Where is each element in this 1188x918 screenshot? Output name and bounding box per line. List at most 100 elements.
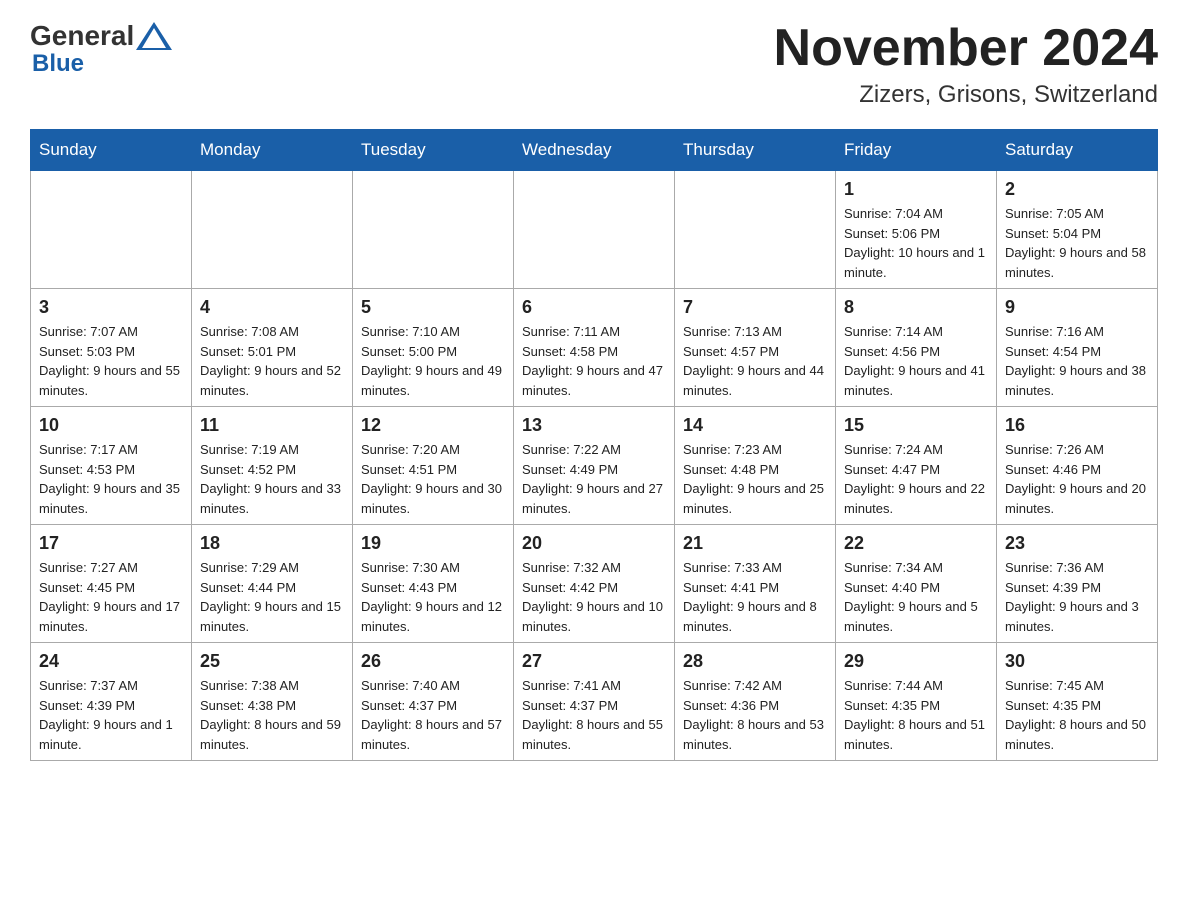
day-info: Sunrise: 7:11 AMSunset: 4:58 PMDaylight:… bbox=[522, 322, 666, 400]
day-info: Sunrise: 7:14 AMSunset: 4:56 PMDaylight:… bbox=[844, 322, 988, 400]
calendar-cell bbox=[514, 171, 675, 289]
day-number: 12 bbox=[361, 415, 505, 436]
day-number: 1 bbox=[844, 179, 988, 200]
day-info: Sunrise: 7:20 AMSunset: 4:51 PMDaylight:… bbox=[361, 440, 505, 518]
day-info: Sunrise: 7:08 AMSunset: 5:01 PMDaylight:… bbox=[200, 322, 344, 400]
day-number: 18 bbox=[200, 533, 344, 554]
logo-blue-text: Blue bbox=[32, 50, 84, 78]
day-info: Sunrise: 7:16 AMSunset: 4:54 PMDaylight:… bbox=[1005, 322, 1149, 400]
day-info: Sunrise: 7:05 AMSunset: 5:04 PMDaylight:… bbox=[1005, 204, 1149, 282]
day-info: Sunrise: 7:13 AMSunset: 4:57 PMDaylight:… bbox=[683, 322, 827, 400]
calendar-cell: 1 Sunrise: 7:04 AMSunset: 5:06 PMDaylight… bbox=[836, 171, 997, 289]
day-info: Sunrise: 7:19 AMSunset: 4:52 PMDaylight:… bbox=[200, 440, 344, 518]
col-header-monday: Monday bbox=[192, 130, 353, 171]
calendar-cell: 16Sunrise: 7:26 AMSunset: 4:46 PMDayligh… bbox=[997, 407, 1158, 525]
calendar-cell: 19 Sunrise: 7:30 AMSunset: 4:43 PMDayligh… bbox=[353, 525, 514, 643]
week-row-3: 10 Sunrise: 7:17 AMSunset: 4:53 PMDayligh… bbox=[31, 407, 1158, 525]
calendar-cell: 24 Sunrise: 7:37 AMSunset: 4:39 PMDayligh… bbox=[31, 643, 192, 761]
day-number: 15 bbox=[844, 415, 988, 436]
day-number: 7 bbox=[683, 297, 827, 318]
day-number: 3 bbox=[39, 297, 183, 318]
day-number: 19 bbox=[361, 533, 505, 554]
calendar-cell: 18 Sunrise: 7:29 AMSunset: 4:44 PMDayligh… bbox=[192, 525, 353, 643]
day-number: 9 bbox=[1005, 297, 1149, 318]
day-info: Sunrise: 7:44 AMSunset: 4:35 PMDaylight:… bbox=[844, 676, 988, 754]
calendar-cell: 9 Sunrise: 7:16 AMSunset: 4:54 PMDaylight… bbox=[997, 289, 1158, 407]
day-number: 11 bbox=[200, 415, 344, 436]
day-number: 24 bbox=[39, 651, 183, 672]
day-info: Sunrise: 7:45 AMSunset: 4:35 PMDaylight:… bbox=[1005, 676, 1149, 754]
week-row-2: 3 Sunrise: 7:07 AMSunset: 5:03 PMDaylight… bbox=[31, 289, 1158, 407]
day-number: 25 bbox=[200, 651, 344, 672]
day-info: Sunrise: 7:40 AMSunset: 4:37 PMDaylight:… bbox=[361, 676, 505, 754]
calendar-cell: 8 Sunrise: 7:14 AMSunset: 4:56 PMDaylight… bbox=[836, 289, 997, 407]
day-number: 20 bbox=[522, 533, 666, 554]
day-number: 26 bbox=[361, 651, 505, 672]
day-info: Sunrise: 7:24 AMSunset: 4:47 PMDaylight:… bbox=[844, 440, 988, 518]
day-number: 23 bbox=[1005, 533, 1149, 554]
calendar-cell: 12 Sunrise: 7:20 AMSunset: 4:51 PMDayligh… bbox=[353, 407, 514, 525]
col-header-friday: Friday bbox=[836, 130, 997, 171]
day-number: 27 bbox=[522, 651, 666, 672]
day-info: Sunrise: 7:42 AMSunset: 4:36 PMDaylight:… bbox=[683, 676, 827, 754]
calendar-cell: 25 Sunrise: 7:38 AMSunset: 4:38 PMDayligh… bbox=[192, 643, 353, 761]
calendar-cell bbox=[192, 171, 353, 289]
day-number: 13 bbox=[522, 415, 666, 436]
day-number: 28 bbox=[683, 651, 827, 672]
calendar-cell bbox=[675, 171, 836, 289]
day-number: 8 bbox=[844, 297, 988, 318]
calendar-header-row: SundayMondayTuesdayWednesdayThursdayFrid… bbox=[31, 130, 1158, 171]
col-header-tuesday: Tuesday bbox=[353, 130, 514, 171]
day-number: 22 bbox=[844, 533, 988, 554]
day-info: Sunrise: 7:30 AMSunset: 4:43 PMDaylight:… bbox=[361, 558, 505, 636]
day-number: 2 bbox=[1005, 179, 1149, 200]
month-title: November 2024 bbox=[774, 20, 1158, 77]
day-info: Sunrise: 7:07 AMSunset: 5:03 PMDaylight:… bbox=[39, 322, 183, 400]
calendar-cell: 30 Sunrise: 7:45 AMSunset: 4:35 PMDayligh… bbox=[997, 643, 1158, 761]
day-info: Sunrise: 7:33 AMSunset: 4:41 PMDaylight:… bbox=[683, 558, 827, 636]
day-info: Sunrise: 7:22 AMSunset: 4:49 PMDaylight:… bbox=[522, 440, 666, 518]
calendar-cell: 17 Sunrise: 7:27 AMSunset: 4:45 PMDayligh… bbox=[31, 525, 192, 643]
day-info: Sunrise: 7:29 AMSunset: 4:44 PMDaylight:… bbox=[200, 558, 344, 636]
calendar-cell: 15 Sunrise: 7:24 AMSunset: 4:47 PMDayligh… bbox=[836, 407, 997, 525]
day-info: Sunrise: 7:34 AMSunset: 4:40 PMDaylight:… bbox=[844, 558, 988, 636]
week-row-5: 24 Sunrise: 7:37 AMSunset: 4:39 PMDayligh… bbox=[31, 643, 1158, 761]
col-header-wednesday: Wednesday bbox=[514, 130, 675, 171]
day-info: Sunrise: 7:37 AMSunset: 4:39 PMDaylight:… bbox=[39, 676, 183, 754]
day-info: Sunrise: 7:26 AMSunset: 4:46 PMDaylight:… bbox=[1005, 440, 1149, 518]
calendar-cell: 26 Sunrise: 7:40 AMSunset: 4:37 PMDayligh… bbox=[353, 643, 514, 761]
calendar-cell: 29Sunrise: 7:44 AMSunset: 4:35 PMDayligh… bbox=[836, 643, 997, 761]
calendar-cell: 23 Sunrise: 7:36 AMSunset: 4:39 PMDayligh… bbox=[997, 525, 1158, 643]
col-header-thursday: Thursday bbox=[675, 130, 836, 171]
calendar-cell: 7 Sunrise: 7:13 AMSunset: 4:57 PMDaylight… bbox=[675, 289, 836, 407]
day-number: 21 bbox=[683, 533, 827, 554]
logo: General Blue bbox=[30, 20, 174, 78]
day-number: 6 bbox=[522, 297, 666, 318]
calendar-cell bbox=[31, 171, 192, 289]
calendar-cell: 22 Sunrise: 7:34 AMSunset: 4:40 PMDayligh… bbox=[836, 525, 997, 643]
day-info: Sunrise: 7:32 AMSunset: 4:42 PMDaylight:… bbox=[522, 558, 666, 636]
calendar-cell bbox=[353, 171, 514, 289]
calendar-cell: 11 Sunrise: 7:19 AMSunset: 4:52 PMDayligh… bbox=[192, 407, 353, 525]
calendar-cell: 14 Sunrise: 7:23 AMSunset: 4:48 PMDayligh… bbox=[675, 407, 836, 525]
title-area: November 2024 Zizers, Grisons, Switzerla… bbox=[774, 20, 1158, 109]
calendar-cell: 27Sunrise: 7:41 AMSunset: 4:37 PMDayligh… bbox=[514, 643, 675, 761]
day-info: Sunrise: 7:04 AMSunset: 5:06 PMDaylight:… bbox=[844, 204, 988, 282]
week-row-1: 1 Sunrise: 7:04 AMSunset: 5:06 PMDaylight… bbox=[31, 171, 1158, 289]
page-header: General Blue November 2024 Zizers, Griso… bbox=[30, 20, 1158, 109]
logo-flag-icon bbox=[136, 22, 172, 50]
day-info: Sunrise: 7:23 AMSunset: 4:48 PMDaylight:… bbox=[683, 440, 827, 518]
col-header-sunday: Sunday bbox=[31, 130, 192, 171]
calendar-cell: 20 Sunrise: 7:32 AMSunset: 4:42 PMDayligh… bbox=[514, 525, 675, 643]
day-info: Sunrise: 7:36 AMSunset: 4:39 PMDaylight:… bbox=[1005, 558, 1149, 636]
day-number: 10 bbox=[39, 415, 183, 436]
day-info: Sunrise: 7:38 AMSunset: 4:38 PMDaylight:… bbox=[200, 676, 344, 754]
day-number: 30 bbox=[1005, 651, 1149, 672]
day-info: Sunrise: 7:17 AMSunset: 4:53 PMDaylight:… bbox=[39, 440, 183, 518]
day-number: 4 bbox=[200, 297, 344, 318]
logo-general-text: General bbox=[30, 20, 134, 52]
day-number: 14 bbox=[683, 415, 827, 436]
day-info: Sunrise: 7:27 AMSunset: 4:45 PMDaylight:… bbox=[39, 558, 183, 636]
col-header-saturday: Saturday bbox=[997, 130, 1158, 171]
day-number: 17 bbox=[39, 533, 183, 554]
